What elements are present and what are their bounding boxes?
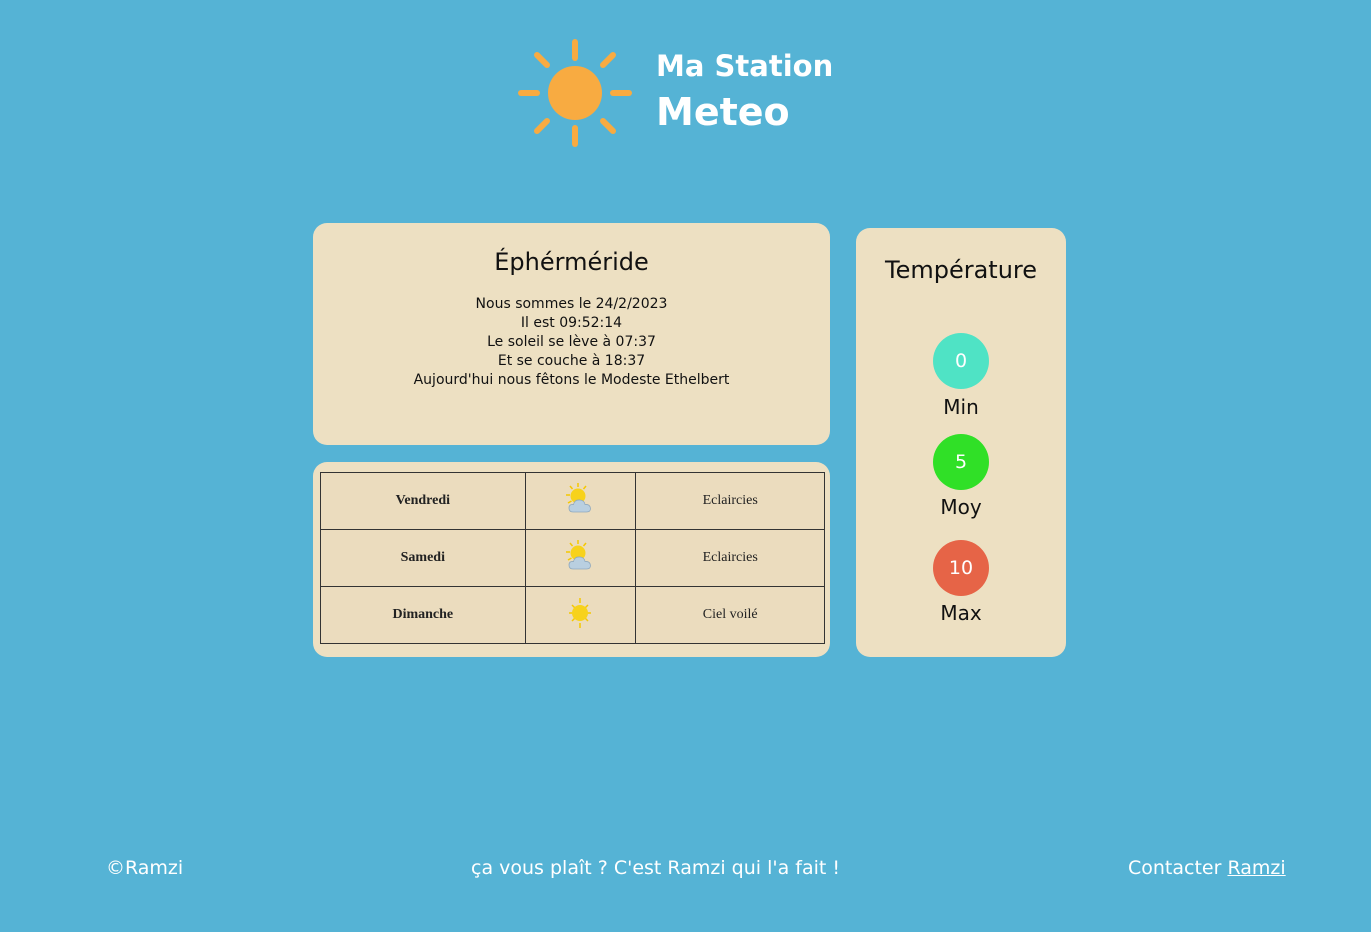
table-row: Samedi Eclaircies xyxy=(320,529,825,587)
forecast-day: Samedi xyxy=(320,529,526,587)
contact-link[interactable]: Ramzi xyxy=(1227,857,1285,879)
ephemeris-lines: Nous sommes le 24/2/2023 Il est 09:52:14… xyxy=(313,295,830,390)
footer-contact: Contacter Ramzi xyxy=(1128,855,1286,881)
forecast-description: Eclaircies xyxy=(635,472,825,530)
contact-prefix: Contacter xyxy=(1128,857,1222,879)
min-temp-badge: 0 xyxy=(933,333,989,389)
forecast-table: Vendredi Eclaircies Samedi Eclaircies Di… xyxy=(320,472,825,644)
forecast-description: Eclaircies xyxy=(635,529,825,587)
saint-of-day: Aujourd'hui nous fêtons le Modeste Ethel… xyxy=(413,372,730,388)
ephemeris-card: Éphérméride Nous sommes le 24/2/2023 Il … xyxy=(313,223,830,445)
site-title-line2: Meteo xyxy=(656,90,790,134)
forecast-card: Vendredi Eclaircies Samedi Eclaircies Di… xyxy=(313,462,830,657)
sunset-time: Et se couche à 18:37 xyxy=(497,353,646,369)
min-temp-label: Min xyxy=(943,395,979,419)
max-temp-label: Max xyxy=(940,601,982,625)
sun-behind-cloud-icon xyxy=(524,472,637,530)
current-date: Nous sommes le 24/2/2023 xyxy=(475,296,668,312)
page: Ma Station Meteo Éphérméride Nous sommes… xyxy=(0,0,1371,932)
footer-copyright: ©Ramzi xyxy=(106,857,184,879)
temperature-title: Température xyxy=(884,256,1038,284)
avg-temp-label: Moy xyxy=(940,495,982,519)
forecast-day: Vendredi xyxy=(320,472,526,530)
site-title-line1: Ma Station xyxy=(656,49,834,83)
table-row: Dimanche Ciel voilé xyxy=(320,586,825,644)
forecast-description: Ciel voilé xyxy=(635,586,825,644)
ephemeris-title: Éphérméride xyxy=(494,248,649,276)
temperature-card: Température 0 Min 5 Moy 10 Max xyxy=(856,228,1066,657)
table-row: Vendredi Eclaircies xyxy=(320,472,825,530)
sun-behind-cloud-icon xyxy=(524,529,637,587)
avg-temp-badge: 5 xyxy=(933,434,989,490)
footer-tagline: ça vous plaît ? C'est Ramzi qui l'a fait… xyxy=(471,857,840,879)
hazy-sun-icon xyxy=(524,586,637,644)
max-temp-badge: 10 xyxy=(933,540,989,596)
forecast-day: Dimanche xyxy=(320,586,526,644)
sunrise-time: Le soleil se lève à 07:37 xyxy=(487,334,656,350)
sun-icon xyxy=(518,39,632,147)
current-time: Il est 09:52:14 xyxy=(520,315,623,331)
